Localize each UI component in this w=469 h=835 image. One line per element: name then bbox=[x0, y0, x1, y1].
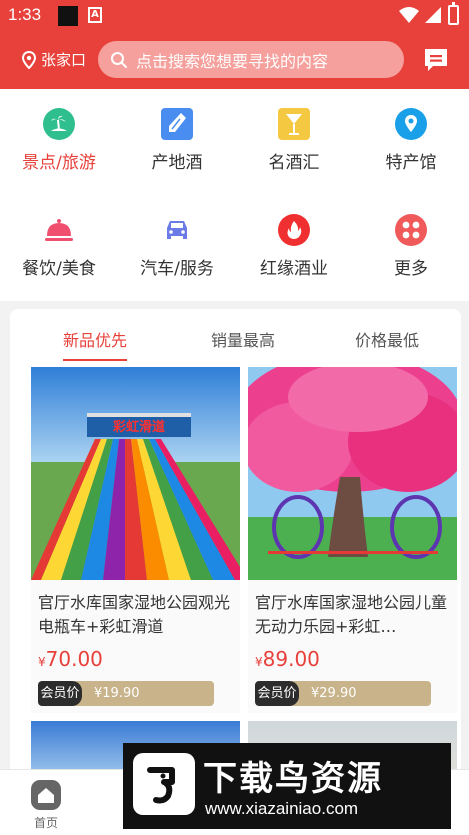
category-local-liquor[interactable]: 产地酒 bbox=[118, 107, 236, 173]
category-label: 名酒汇 bbox=[268, 153, 320, 173]
tab-newest[interactable]: 新品优先 bbox=[63, 327, 128, 361]
currency-symbol: ¥ bbox=[255, 655, 263, 669]
category-label: 景点/旅游 bbox=[22, 153, 96, 173]
nav-home[interactable]: 首页 bbox=[30, 780, 62, 831]
nav-home-label: 首页 bbox=[33, 816, 58, 830]
product-panel: 新品优先 销量最高 价格最低 彩虹滑道 官厅水库国家湿地公园观光电瓶车+彩虹滑道… bbox=[10, 309, 461, 779]
category-dining[interactable]: 餐饮/美食 bbox=[0, 213, 118, 279]
tab-best-selling[interactable]: 销量最高 bbox=[211, 327, 275, 351]
search-placeholder: 点击搜索您想要寻找的内容 bbox=[136, 51, 329, 71]
category-hongyuan[interactable]: 红缘酒业 bbox=[235, 213, 353, 279]
search-input[interactable]: 点击搜索您想要寻找的内容 bbox=[98, 41, 404, 78]
category-label: 红缘酒业 bbox=[260, 259, 328, 279]
category-auto[interactable]: 汽车/服务 bbox=[118, 213, 236, 279]
product-title: 官厅水库国家湿地公园观光电瓶车+彩虹滑道 bbox=[38, 593, 231, 636]
island-icon bbox=[42, 107, 76, 141]
car-icon bbox=[160, 213, 194, 247]
member-price-value: ¥19.90 bbox=[94, 686, 140, 701]
sort-tabs: 新品优先 销量最高 价格最低 bbox=[10, 327, 461, 367]
notification-icon bbox=[58, 6, 78, 26]
price-value: 70.00 bbox=[45, 647, 103, 671]
member-price-bar: 会员价 ¥19.90 bbox=[38, 681, 214, 706]
wifi-icon bbox=[399, 7, 419, 23]
watermark-title: 下载鸟资源 bbox=[203, 759, 383, 799]
more-grid-icon bbox=[394, 213, 428, 247]
search-icon bbox=[111, 51, 127, 68]
category-label: 特产馆 bbox=[385, 153, 437, 173]
bottle-icon bbox=[160, 107, 194, 141]
currency-symbol: ¥ bbox=[38, 655, 46, 669]
status-bar: 1:33 A bbox=[0, 0, 469, 32]
tab-lowest-price[interactable]: 价格最低 bbox=[355, 327, 419, 351]
price-value: 89.00 bbox=[262, 647, 320, 671]
member-price-value: ¥29.90 bbox=[311, 686, 357, 701]
food-cover-icon bbox=[42, 213, 76, 247]
signal-icon bbox=[425, 7, 441, 23]
category-label: 汽车/服务 bbox=[140, 259, 214, 279]
message-icon[interactable] bbox=[422, 46, 450, 74]
product-card[interactable]: 官厅水库国家湿地公园儿童无动力乐园+彩虹… ¥89.00 会员价 ¥29.90 bbox=[248, 367, 457, 713]
category-grid: 景点/旅游 产地酒 名酒汇 特产馆 餐饮/美食 汽车/服务 红缘酒业 更多 bbox=[0, 89, 469, 301]
rainbow-slide-photo: 彩虹滑道 bbox=[31, 367, 240, 580]
category-label: 产地酒 bbox=[151, 153, 203, 173]
product-price: ¥70.00 bbox=[38, 647, 103, 671]
map-pin-icon bbox=[394, 107, 428, 141]
home-icon bbox=[31, 780, 61, 810]
bird-logo-icon bbox=[133, 753, 195, 815]
app-header: 张家口 点击搜索您想要寻找的内容 bbox=[0, 32, 469, 89]
category-label: 餐饮/美食 bbox=[22, 259, 96, 279]
slide-sign: 彩虹滑道 bbox=[112, 419, 165, 435]
pink-tree-swing-photo bbox=[248, 367, 457, 580]
product-card[interactable]: 彩虹滑道 官厅水库国家湿地公园观光电瓶车+彩虹滑道 ¥70.00 会员价 ¥19… bbox=[31, 367, 240, 713]
product-price: ¥89.00 bbox=[255, 647, 320, 671]
category-more[interactable]: 更多 bbox=[352, 213, 469, 279]
category-label: 更多 bbox=[394, 259, 428, 279]
flame-icon bbox=[277, 213, 311, 247]
battery-icon bbox=[448, 2, 459, 25]
watermark-url: www.xiazainiao.com bbox=[205, 799, 359, 818]
product-title: 官厅水库国家湿地公园儿童无动力乐园+彩虹… bbox=[255, 593, 448, 636]
category-specialty[interactable]: 特产馆 bbox=[352, 107, 469, 173]
category-scenic[interactable]: 景点/旅游 bbox=[0, 107, 118, 173]
location-selector[interactable]: 张家口 bbox=[22, 49, 86, 70]
member-price-bar: 会员价 ¥29.90 bbox=[255, 681, 431, 706]
wine-glass-icon bbox=[277, 107, 311, 141]
category-famous-wine[interactable]: 名酒汇 bbox=[235, 107, 353, 173]
member-price-tag: 会员价 bbox=[38, 681, 82, 706]
status-time: 1:33 bbox=[8, 5, 42, 24]
member-price-tag: 会员价 bbox=[255, 681, 299, 706]
watermark-banner: 下载鸟资源 www.xiazainiao.com bbox=[123, 743, 451, 829]
app-notification-icon: A bbox=[88, 7, 102, 23]
location-pin-icon bbox=[22, 50, 36, 69]
location-label: 张家口 bbox=[41, 51, 87, 69]
